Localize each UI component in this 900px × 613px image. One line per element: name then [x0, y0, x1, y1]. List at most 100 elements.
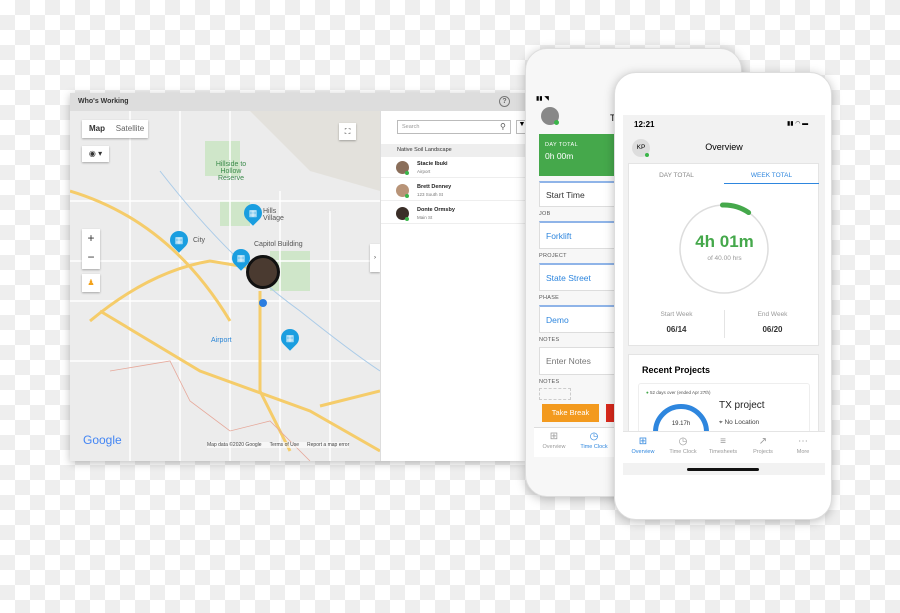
whos-working-window: Who's Working ? Map Satellite ◉ ▾ ⛶ + − ♟… [70, 93, 525, 461]
search-input[interactable]: Search [397, 120, 511, 134]
map-type-map[interactable]: Map [82, 120, 112, 138]
clock-icon: ◷ [678, 436, 688, 447]
map-label-reserve: Hillside to Hollow Reserve [215, 161, 247, 182]
tab-bar: ⊞ Overview ◷ Time Clock [534, 427, 624, 457]
worker-location: 123 South St [417, 192, 444, 197]
zoom-controls: + − [82, 229, 100, 269]
start-week-label: Start Week [660, 311, 693, 318]
overview-icon: ⊞ [638, 436, 648, 447]
nav-timesheets[interactable]: ≡ Timesheets [703, 436, 743, 463]
overview-phone: 12:21 ▮▮ ◠ ▬ KP Overview DAY TOTAL WEEK … [614, 72, 832, 520]
nav-more[interactable]: ⋯ More [783, 436, 823, 463]
map-label-hills: Hills Village [263, 208, 284, 222]
worker-row[interactable]: Donte Ormsby Main St [381, 204, 525, 224]
start-week-value: 06/14 [666, 325, 687, 334]
window-title: Who's Working [78, 98, 129, 105]
signal-icon: ▮▮ ◥ [536, 96, 549, 102]
project-location-text: No Location [724, 419, 760, 426]
clock-icon: ◷ [589, 431, 599, 442]
status-dot: ● [646, 390, 649, 395]
online-status [645, 153, 649, 157]
week-total-value: 4h 01m [695, 232, 754, 251]
filter-icon[interactable]: ▼ [516, 120, 525, 134]
map-type-toggle: Map Satellite [82, 120, 148, 138]
map-label-airport: Airport [211, 337, 232, 344]
map[interactable]: Map Satellite ◉ ▾ ⛶ + − ♟ › Hillside to H… [70, 111, 380, 461]
worker-name: Brett Denney [417, 184, 452, 190]
project-card[interactable]: ● 52 days over (ended Apr 27th) 19.17h T… [638, 383, 810, 433]
map-data-text: Map data ©2020 Google [207, 442, 262, 448]
fullscreen-button[interactable]: ⛶ [339, 123, 356, 140]
phase-field[interactable]: Demo [539, 305, 619, 333]
notes-label: NOTES [539, 337, 560, 343]
recent-projects-card: Recent Projects ● 52 days over (ended Ap… [628, 354, 819, 434]
worker-location: Airport [417, 169, 431, 174]
notes-label-2: NOTES [539, 379, 560, 385]
job-site-pin[interactable]: ▦ [240, 200, 266, 226]
online-status [405, 217, 409, 221]
report-error-link[interactable]: Report a map error [307, 442, 349, 448]
day-total-card: DAY TOTAL 0h 00m [539, 134, 619, 176]
bottom-nav: ⊞ Overview ◷ Time Clock ≡ Timesheets ↗ Proje… [623, 431, 825, 463]
nav-time-clock[interactable]: ◷ Time Clock [663, 436, 703, 463]
job-site-pin[interactable]: ▦ [166, 227, 192, 253]
project-label: PROJECT [539, 253, 567, 259]
tab-week-total[interactable]: WEEK TOTAL [724, 172, 819, 184]
visibility-dropdown[interactable]: ◉ ▾ [82, 146, 109, 162]
screen-title: Overview [705, 142, 743, 152]
worker-photo-pin[interactable] [246, 255, 280, 289]
home-indicator [687, 468, 759, 471]
overview-icon: ⊞ [549, 431, 559, 442]
street-view-pegman-icon[interactable]: ♟ [82, 274, 100, 292]
worker-row[interactable]: Stacie Ibuki Airport [381, 158, 525, 178]
notes-field[interactable]: Enter Notes [539, 347, 619, 375]
take-break-button[interactable]: Take Break [542, 404, 599, 422]
week-goal: of 40.00 hrs [707, 255, 742, 262]
tab-time-clock[interactable]: ◷ Time Clock [574, 431, 614, 457]
day-total-value: 0h 00m [545, 151, 574, 161]
map-label-capitol: Capitol Building [254, 241, 303, 248]
help-icon[interactable]: ? [499, 96, 510, 107]
start-time-field[interactable]: Start Time [539, 181, 619, 207]
nav-label: Time Clock [669, 449, 697, 455]
map-attribution: Map data ©2020 Google Terms of Use Report … [207, 442, 350, 448]
nav-overview[interactable]: ⊞ Overview [623, 436, 663, 463]
project-field[interactable]: State Street [539, 263, 619, 291]
terms-link[interactable]: Terms of Use [270, 442, 299, 448]
project-status: ● 52 days over (ended Apr 27th) [646, 390, 711, 395]
nav-label: Overview [631, 449, 655, 455]
projects-chart-icon: ↗ [758, 436, 768, 447]
nav-projects[interactable]: ↗ Projects [743, 436, 783, 463]
google-logo: Google [83, 433, 122, 447]
status-icons: ▮▮ ◠ ▬ [787, 121, 809, 127]
project-hours: 19.17h [671, 421, 691, 427]
worker-location-dot [259, 299, 267, 307]
worker-row[interactable]: Brett Denney 123 South St [381, 181, 525, 201]
search-icon[interactable]: ⚲ [500, 122, 506, 131]
tab-day-total[interactable]: DAY TOTAL [629, 172, 724, 179]
zoom-in-button[interactable]: + [82, 229, 100, 248]
collapse-panel-button[interactable]: › [370, 244, 380, 272]
online-status [405, 171, 409, 175]
fullscreen-icon: ⛶ [344, 127, 351, 136]
tab-label: Overview [542, 444, 566, 450]
eye-icon: ◉ ▾ [88, 149, 103, 158]
location-pin-icon: ⌖ [719, 419, 723, 426]
more-icon: ⋯ [798, 436, 808, 447]
end-week-value: 06/20 [762, 325, 783, 334]
project-hours-ring [653, 404, 709, 433]
job-site-pin[interactable]: ▦ [277, 325, 303, 351]
map-type-satellite[interactable]: Satellite [112, 120, 148, 138]
project-name: TX project [719, 400, 765, 411]
nav-label: Timesheets [708, 449, 738, 455]
photo-attachment[interactable] [539, 388, 571, 400]
project-location: ⌖ No Location [719, 419, 759, 427]
job-field[interactable]: Forklift [539, 221, 619, 249]
worker-name: Stacie Ibuki [417, 161, 448, 167]
zoom-out-button[interactable]: − [82, 248, 100, 267]
nav-label: More [796, 449, 810, 455]
end-week-label: End Week [757, 311, 788, 318]
map-label-city: City [193, 237, 206, 244]
tab-overview[interactable]: ⊞ Overview [534, 431, 574, 457]
online-status [554, 120, 559, 125]
